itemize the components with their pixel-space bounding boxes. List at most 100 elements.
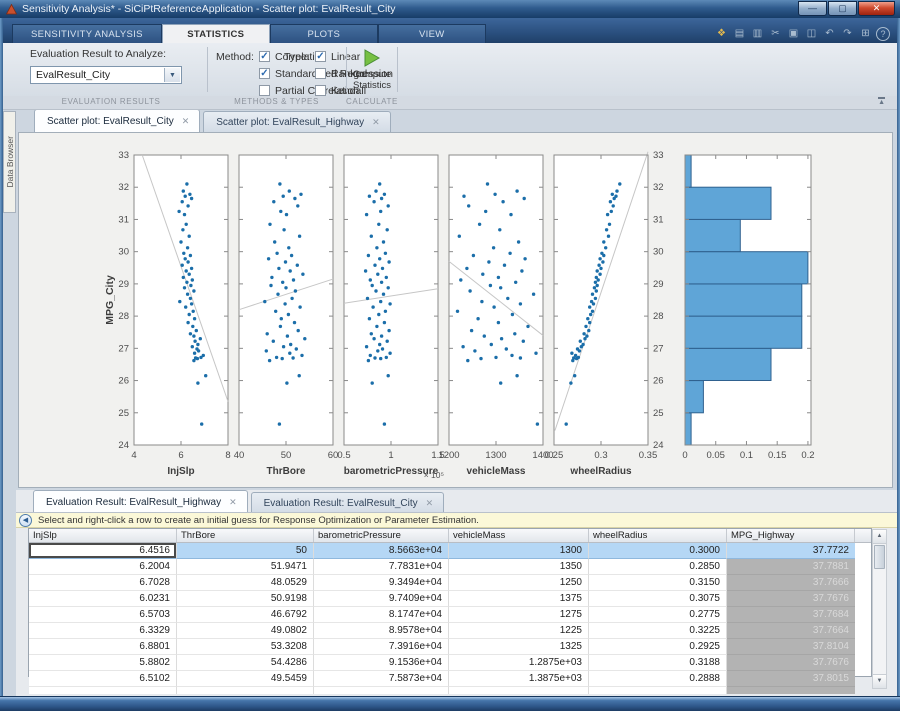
table-cell[interactable]: 1325 bbox=[449, 639, 589, 655]
checkbox-icon[interactable] bbox=[315, 85, 326, 96]
column-header-vehicleMass[interactable]: vehicleMass bbox=[449, 529, 589, 542]
table-cell[interactable]: 0.3150 bbox=[589, 575, 727, 591]
column-header-ThrBore[interactable]: ThrBore bbox=[177, 529, 314, 542]
table-cell[interactable]: 6.8801 bbox=[29, 639, 177, 655]
table-row[interactable]: 6.702848.05299.3494e+0412500.315037.7666 bbox=[29, 575, 871, 591]
table-cell[interactable]: 1350 bbox=[449, 559, 589, 575]
table-cell[interactable]: 7.5873e+04 bbox=[314, 671, 449, 687]
table-cell[interactable] bbox=[29, 687, 177, 694]
table-row[interactable]: 6.510249.54597.5873e+041.3875e+030.28883… bbox=[29, 671, 871, 687]
table-tab-inactive[interactable]: Evaluation Result: EvalResult_City✕ bbox=[251, 492, 445, 513]
table-cell[interactable]: 8.9578e+04 bbox=[314, 623, 449, 639]
collapse-info-icon[interactable]: ◀ bbox=[19, 514, 32, 527]
table-cell[interactable]: 1.3875e+03 bbox=[449, 671, 589, 687]
table-cell[interactable] bbox=[314, 687, 449, 694]
table-cell[interactable]: 5.8802 bbox=[29, 655, 177, 671]
table-cell[interactable]: 0.2775 bbox=[589, 607, 727, 623]
table-cell[interactable]: 0.3188 bbox=[589, 655, 727, 671]
table-cell[interactable]: 37.8104 bbox=[727, 639, 855, 655]
table-cell[interactable]: 8.5663e+04 bbox=[314, 543, 449, 559]
column-header-barometricPressure[interactable]: barometricPressure bbox=[314, 529, 449, 542]
compute-statistics-button[interactable]: Compute Statistics bbox=[349, 46, 395, 92]
table-cell[interactable]: 46.6792 bbox=[177, 607, 314, 623]
table-tab-active[interactable]: Evaluation Result: EvalResult_Highway✕ bbox=[33, 490, 248, 513]
redo-icon[interactable]: ↷ bbox=[840, 26, 855, 41]
print-icon[interactable]: ▥ bbox=[750, 26, 765, 41]
copy-icon[interactable]: ▣ bbox=[786, 26, 801, 41]
table-cell[interactable]: 37.7664 bbox=[727, 623, 855, 639]
table-cell[interactable]: 50.9198 bbox=[177, 591, 314, 607]
table-cell[interactable]: 9.3494e+04 bbox=[314, 575, 449, 591]
table-cell[interactable]: 6.4516 bbox=[29, 543, 177, 559]
minimize-button[interactable]: — bbox=[798, 1, 827, 16]
table-cell[interactable]: 53.3208 bbox=[177, 639, 314, 655]
open-session-icon[interactable]: ❖ bbox=[714, 26, 729, 41]
table-cell[interactable] bbox=[589, 687, 727, 694]
table-cell[interactable]: 51.9471 bbox=[177, 559, 314, 575]
maximize-button[interactable]: ▢ bbox=[828, 1, 857, 16]
plot-tab-active[interactable]: Scatter plot: EvalResult_City✕ bbox=[34, 109, 200, 132]
table-cell[interactable]: 49.5459 bbox=[177, 671, 314, 687]
table-cell[interactable]: 0.2925 bbox=[589, 639, 727, 655]
table-row[interactable]: 6.570346.67928.1747e+0412750.277537.7684 bbox=[29, 607, 871, 623]
save-icon[interactable]: ▤ bbox=[732, 26, 747, 41]
table-cell[interactable]: 37.7722 bbox=[727, 543, 855, 559]
table-cell[interactable]: 7.7831e+04 bbox=[314, 559, 449, 575]
table-cell[interactable]: 0.2850 bbox=[589, 559, 727, 575]
title-bar[interactable]: Sensitivity Analysis* - SiCiPtReferenceA… bbox=[0, 0, 900, 18]
table-cell[interactable]: 6.5102 bbox=[29, 671, 177, 687]
close-icon[interactable]: ✕ bbox=[372, 117, 380, 128]
column-header-InjSlp[interactable]: InjSlp bbox=[29, 529, 177, 542]
scrollbar-thumb[interactable] bbox=[874, 545, 885, 569]
ribbon-tab-plots[interactable]: PLOTS bbox=[270, 24, 378, 43]
checkbox-icon[interactable]: ✓ bbox=[259, 68, 270, 79]
table-scrollbar[interactable]: ▲ ▼ bbox=[872, 529, 887, 689]
table-cell[interactable]: 1375 bbox=[449, 591, 589, 607]
scroll-up-icon[interactable]: ▲ bbox=[873, 530, 886, 544]
ribbon-tab-view[interactable]: VIEW bbox=[378, 24, 486, 43]
column-header-MPG_Highway[interactable]: MPG_Highway bbox=[727, 529, 855, 542]
table-row[interactable]: 6.880153.32087.3916e+0413250.292537.8104 bbox=[29, 639, 871, 655]
table-row-partial[interactable] bbox=[29, 687, 871, 694]
undo-icon[interactable]: ↶ bbox=[822, 26, 837, 41]
table-cell[interactable]: 37.7676 bbox=[727, 655, 855, 671]
checkbox-icon[interactable]: ✓ bbox=[259, 51, 270, 62]
help-icon[interactable]: ? bbox=[876, 27, 890, 41]
table-cell[interactable]: 0.3225 bbox=[589, 623, 727, 639]
table-cell[interactable]: 7.3916e+04 bbox=[314, 639, 449, 655]
checkbox-icon[interactable] bbox=[259, 85, 270, 96]
table-cell[interactable]: 6.5703 bbox=[29, 607, 177, 623]
close-icon[interactable]: ✕ bbox=[426, 498, 434, 509]
table-cell[interactable]: 6.2004 bbox=[29, 559, 177, 575]
table-cell[interactable] bbox=[449, 687, 589, 694]
table-cell[interactable]: 37.7666 bbox=[727, 575, 855, 591]
table-cell[interactable]: 49.0802 bbox=[177, 623, 314, 639]
table-cell[interactable]: 1.2875e+03 bbox=[449, 655, 589, 671]
table-cell[interactable]: 6.3329 bbox=[29, 623, 177, 639]
table-cell[interactable]: 48.0529 bbox=[177, 575, 314, 591]
table-row[interactable]: 6.023150.91989.7409e+0413750.307537.7676 bbox=[29, 591, 871, 607]
table-cell[interactable]: 1225 bbox=[449, 623, 589, 639]
ribbon-tab-statistics[interactable]: STATISTICS bbox=[162, 24, 270, 43]
layout-icon[interactable]: ⊞ bbox=[858, 26, 873, 41]
table-cell[interactable]: 37.8015 bbox=[727, 671, 855, 687]
table-row[interactable]: 6.4516508.5663e+0413000.300037.7722 bbox=[29, 543, 871, 559]
table-cell[interactable]: 37.7881 bbox=[727, 559, 855, 575]
table-cell[interactable]: 1300 bbox=[449, 543, 589, 559]
table-cell[interactable]: 50 bbox=[177, 543, 314, 559]
table-cell[interactable]: 9.1536e+04 bbox=[314, 655, 449, 671]
collapse-ribbon-icon[interactable]: ▲ bbox=[878, 97, 885, 107]
table-cell[interactable] bbox=[177, 687, 314, 694]
paste-icon[interactable]: ◫ bbox=[804, 26, 819, 41]
eval-result-dropdown[interactable]: EvalResult_City ▼ bbox=[30, 66, 182, 84]
table-cell[interactable]: 37.7684 bbox=[727, 607, 855, 623]
ribbon-tab-sensitivity-analysis[interactable]: SENSITIVITY ANALYSIS bbox=[12, 24, 162, 43]
table-cell[interactable]: 1250 bbox=[449, 575, 589, 591]
table-cell[interactable]: 6.0231 bbox=[29, 591, 177, 607]
cut-icon[interactable]: ✂ bbox=[768, 26, 783, 41]
table-row[interactable]: 6.332949.08028.9578e+0412250.322537.7664 bbox=[29, 623, 871, 639]
table-cell[interactable]: 0.3000 bbox=[589, 543, 727, 559]
table-cell[interactable] bbox=[727, 687, 855, 694]
table-cell[interactable]: 0.2888 bbox=[589, 671, 727, 687]
table-cell[interactable]: 54.4286 bbox=[177, 655, 314, 671]
